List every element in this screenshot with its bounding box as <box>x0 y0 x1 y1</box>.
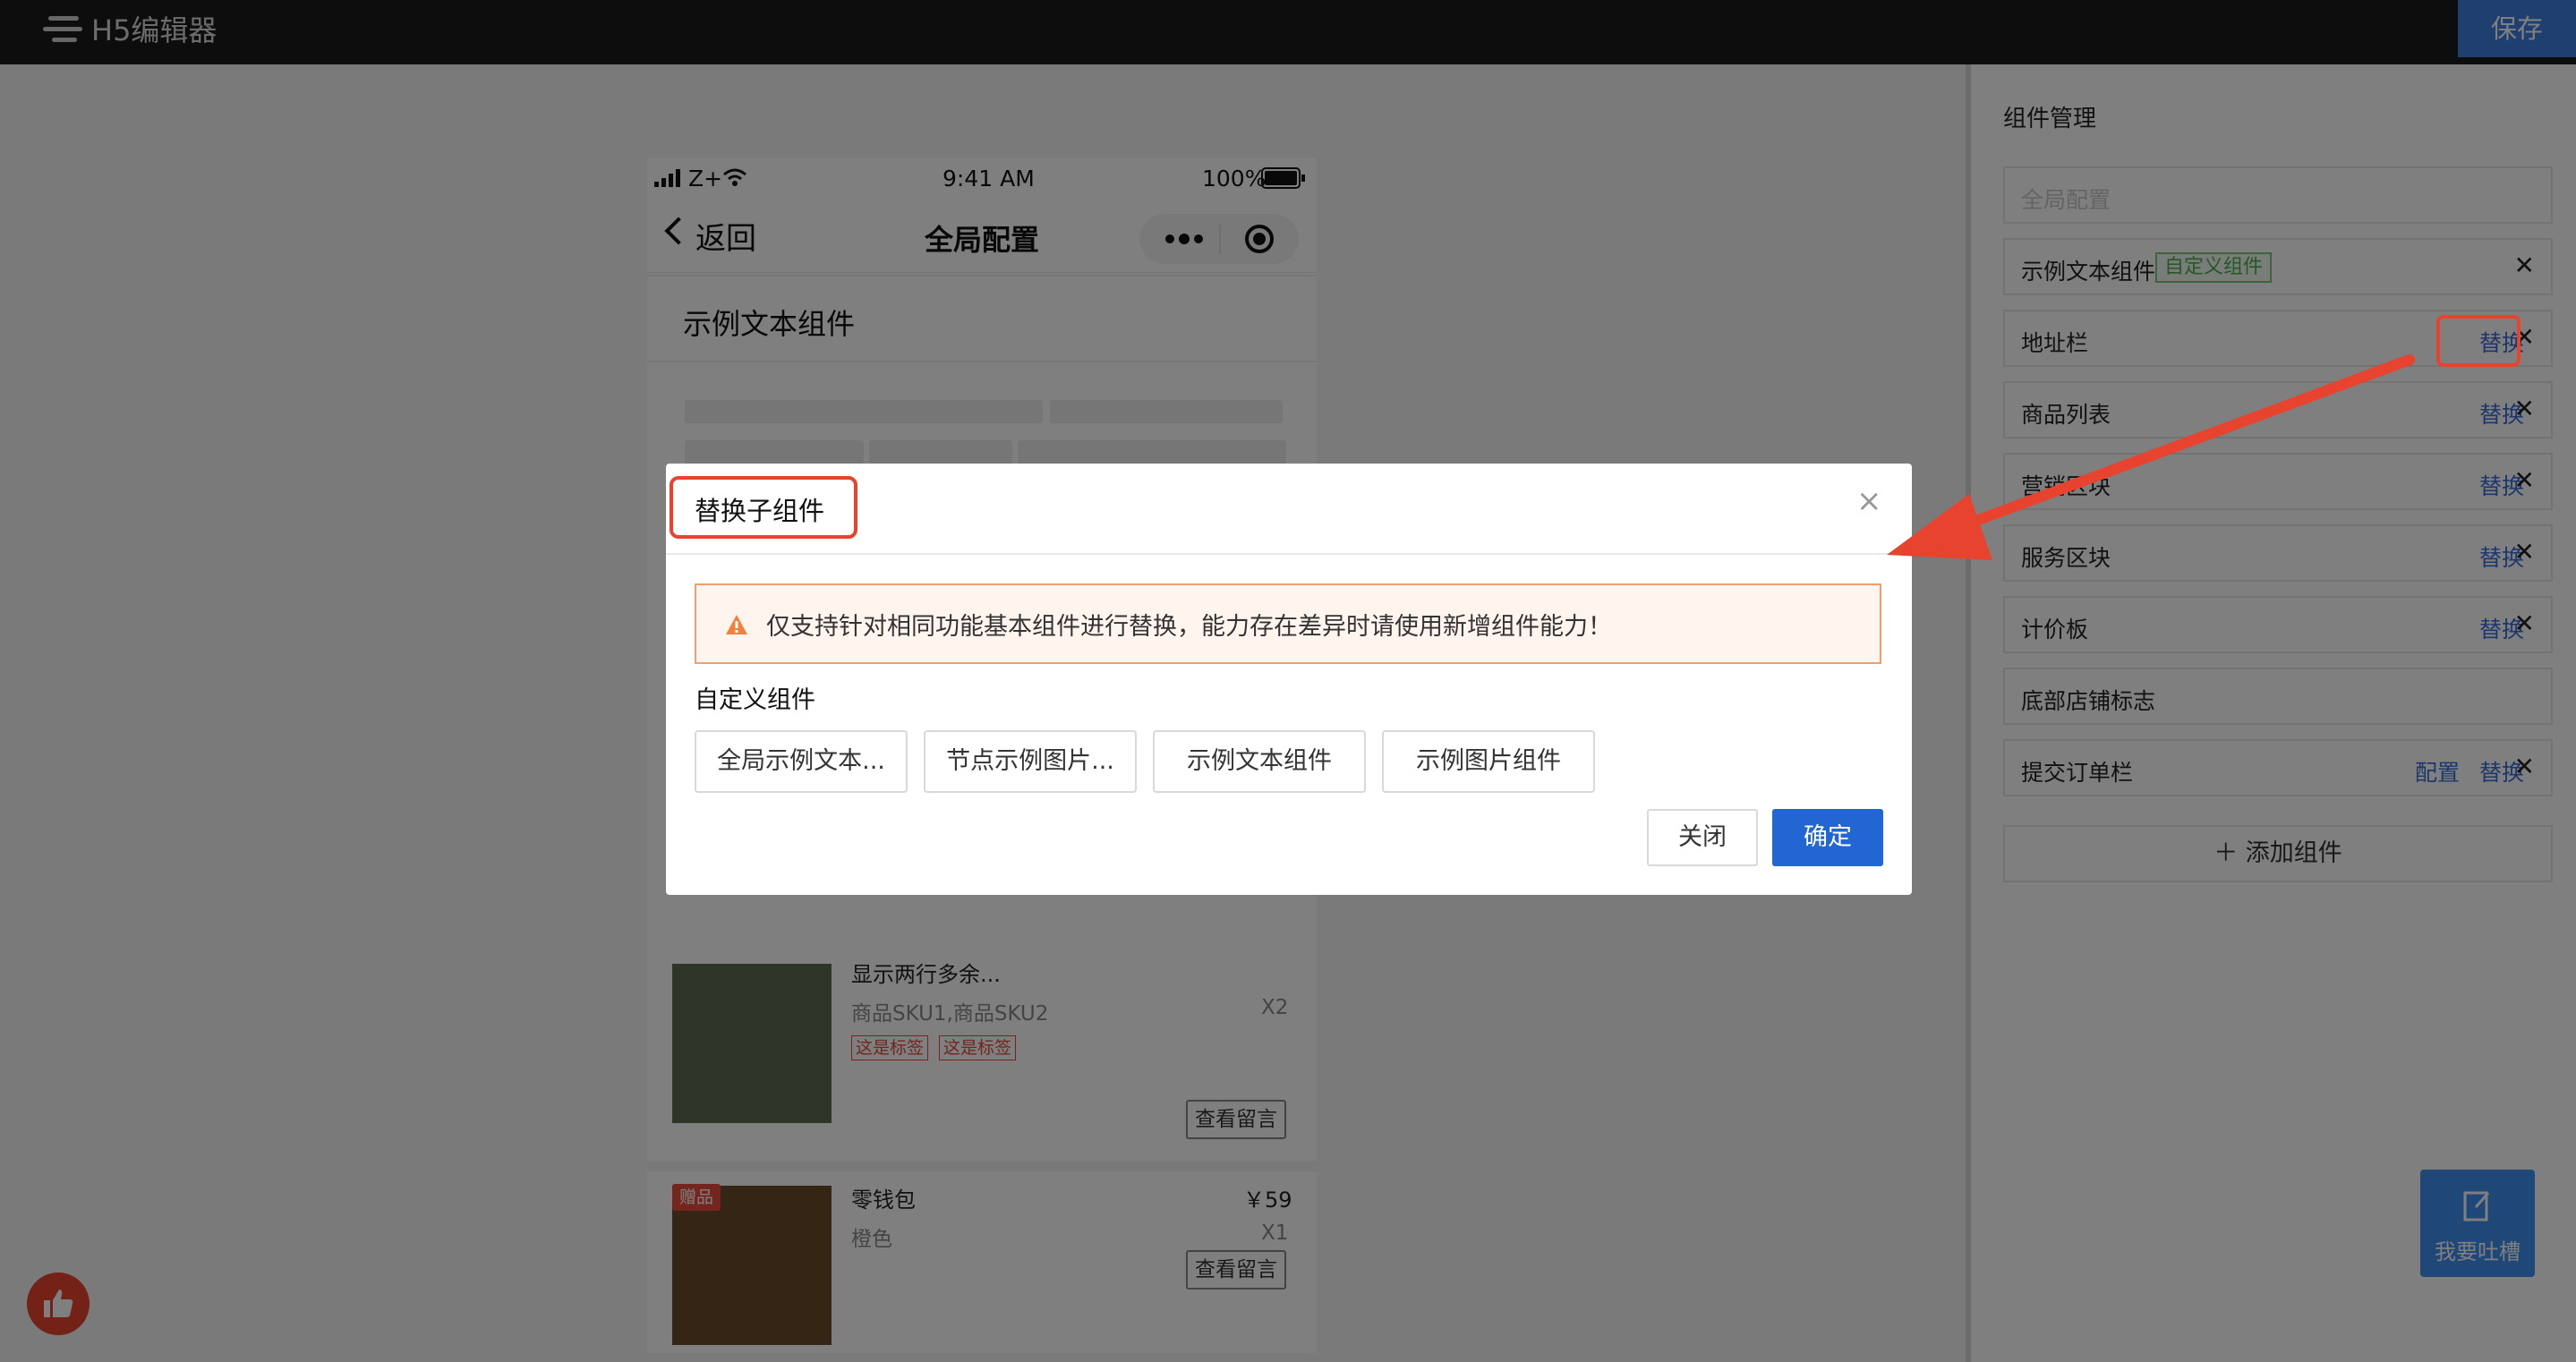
option-global-text[interactable]: 全局示例文本... <box>695 730 908 793</box>
option-sample-image[interactable]: 示例图片组件 <box>1382 730 1595 793</box>
replace-dialog: 替换子组件 × 仅支持针对相同功能基本组件进行替换，能力存在差异时请使用新增组件… <box>666 464 1912 895</box>
section-label: 自定义组件 <box>695 686 815 714</box>
option-node-image[interactable]: 节点示例图片... <box>924 730 1137 793</box>
close-button[interactable]: 关闭 <box>1647 809 1758 866</box>
dialog-title: 替换子组件 <box>695 496 825 526</box>
warning-icon <box>726 615 747 634</box>
option-sample-text[interactable]: 示例文本组件 <box>1153 730 1366 793</box>
confirm-button[interactable]: 确定 <box>1772 809 1883 866</box>
replace-highlight-annotation <box>2436 315 2521 367</box>
warning-text: 仅支持针对相同功能基本组件进行替换，能力存在差异时请使用新增组件能力！ <box>766 613 1612 641</box>
close-icon[interactable]: × <box>1856 483 1882 519</box>
warning-alert: 仅支持针对相同功能基本组件进行替换，能力存在差异时请使用新增组件能力！ <box>695 583 1881 664</box>
dialog-divider <box>666 553 1912 555</box>
